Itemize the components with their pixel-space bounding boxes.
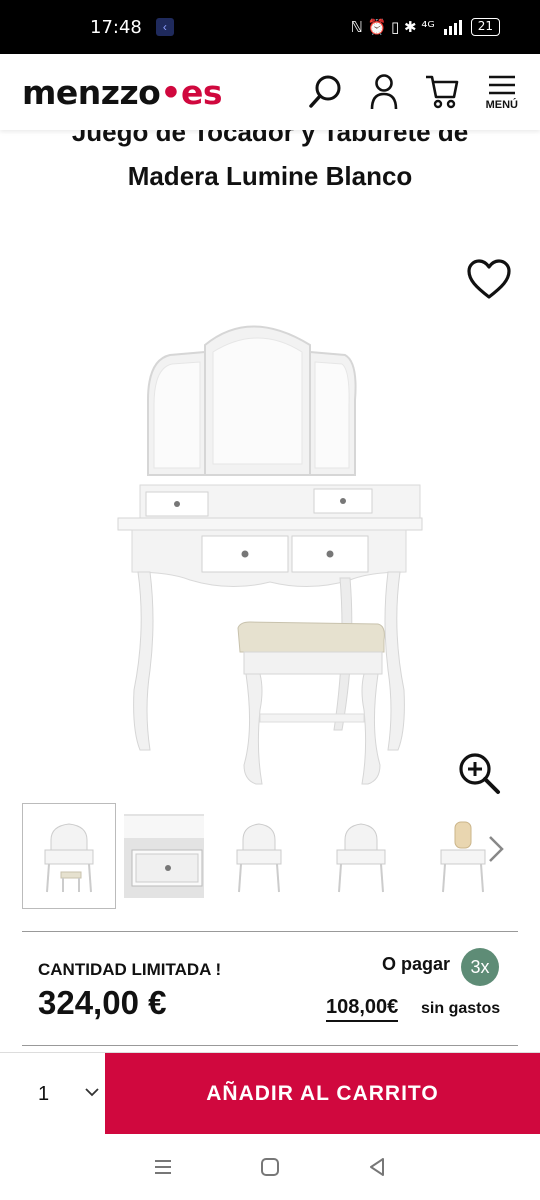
- product-price: 324,00 €: [38, 984, 167, 1021]
- thumbnail-4[interactable]: [314, 803, 408, 909]
- search-icon[interactable]: [308, 72, 344, 112]
- logo-text: menzzo: [22, 72, 161, 112]
- logo-tld: es: [180, 72, 223, 112]
- product-title-line2: Madera Lumine Blanco: [127, 161, 413, 191]
- quantity-value: 1: [38, 1082, 50, 1105]
- chevron-down-icon: [85, 1088, 99, 1097]
- heart-icon[interactable]: [466, 258, 512, 300]
- add-to-cart-bar: 1 AÑADIR AL CARRITO: [0, 1052, 540, 1134]
- cart-icon[interactable]: [424, 72, 460, 112]
- menu-icon: [488, 75, 515, 95]
- menu-label: MENÚ: [485, 99, 518, 111]
- divider: [22, 931, 518, 932]
- o-pagar-label: O pagar: [382, 954, 451, 974]
- recent-apps-icon[interactable]: [151, 1155, 175, 1179]
- back-arrow-icon: ‹: [155, 18, 174, 36]
- system-nav-bar: [0, 1134, 540, 1200]
- add-to-cart-button[interactable]: AÑADIR AL CARRITO: [105, 1053, 540, 1134]
- zoom-icon[interactable]: [456, 750, 502, 796]
- installments-badge[interactable]: 3x: [461, 948, 499, 986]
- chevron-right-icon[interactable]: [486, 834, 506, 864]
- thumbnail-3[interactable]: [212, 803, 306, 909]
- menzzo-logo[interactable]: menzzo•es: [22, 73, 222, 112]
- status-system-icons: ℕ ⏰ ▯ ✱ ⁴ᴳ: [350, 18, 435, 36]
- battery-indicator: 21: [470, 18, 500, 36]
- limited-quantity-label: CANTIDAD LIMITADA !: [38, 960, 222, 979]
- thumbnail-1[interactable]: [22, 803, 116, 909]
- product-image[interactable]: [110, 310, 430, 800]
- status-time: 17:48: [90, 16, 142, 38]
- status-bar: 17:48 ‹ ℕ ⏰ ▯ ✱ ⁴ᴳ 21: [0, 0, 540, 54]
- menu-button[interactable]: MENÚ: [486, 73, 518, 111]
- thumbnail-image: [124, 816, 205, 887]
- signal-icon: [443, 20, 462, 35]
- home-icon[interactable]: [258, 1155, 282, 1179]
- thumbnail-strip: [22, 802, 518, 910]
- divider: [22, 1045, 518, 1046]
- thumbnail-image: [236, 823, 282, 893]
- thumbnail-image: [440, 821, 486, 893]
- quantity-select[interactable]: 1: [0, 1053, 105, 1135]
- thumbnail-2[interactable]: [123, 814, 205, 898]
- site-header: menzzo•es MENÚ: [0, 54, 540, 130]
- thumbnail-image: [336, 823, 386, 893]
- logo-dot: •: [160, 72, 181, 112]
- user-icon[interactable]: [366, 72, 402, 112]
- status-icons: ℕ ⏰ ▯ ✱ ⁴ᴳ 21: [351, 18, 500, 36]
- back-icon[interactable]: [365, 1155, 389, 1179]
- thumbnail-image: [44, 823, 94, 893]
- sin-gastos-label: sin gastos: [421, 1000, 501, 1017]
- installment-amount[interactable]: 108,00€: [326, 996, 399, 1022]
